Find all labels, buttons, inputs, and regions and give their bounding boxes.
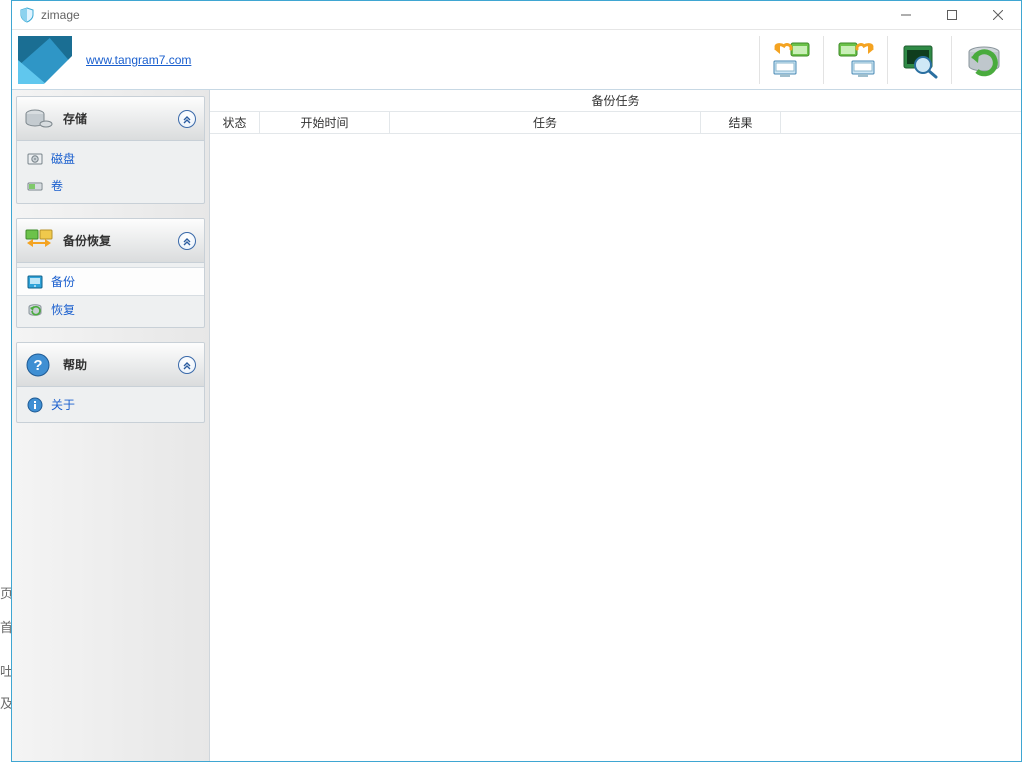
panel-storage-title: 存储 bbox=[63, 110, 168, 127]
header: www.tangram7.com bbox=[12, 30, 1021, 90]
backup-icon bbox=[27, 274, 43, 290]
toolbar-restore-button[interactable] bbox=[823, 36, 887, 84]
sidebar-item-label: 备份 bbox=[51, 273, 75, 290]
storage-icon bbox=[25, 107, 53, 131]
column-padding bbox=[781, 112, 1021, 133]
site-link[interactable]: www.tangram7.com bbox=[86, 53, 191, 67]
collapse-toggle-icon[interactable] bbox=[178, 356, 196, 374]
app-logo-icon bbox=[18, 36, 72, 84]
sidebar-item-label: 卷 bbox=[51, 177, 63, 194]
panel-storage-header[interactable]: 存储 bbox=[17, 97, 204, 141]
sidebar-item-restore[interactable]: 恢复 bbox=[17, 296, 204, 323]
column-result[interactable]: 结果 bbox=[701, 112, 781, 133]
collapse-toggle-icon[interactable] bbox=[178, 110, 196, 128]
sidebar-item-label: 关于 bbox=[51, 396, 75, 413]
panel-storage: 存储 磁盘 bbox=[16, 96, 205, 204]
close-button[interactable] bbox=[975, 1, 1021, 30]
column-status[interactable]: 状态 bbox=[210, 112, 260, 133]
backup-restore-icon bbox=[25, 229, 53, 253]
panel-help: ? 帮助 关于 bbox=[16, 342, 205, 423]
sidebar-item-about[interactable]: 关于 bbox=[17, 391, 204, 418]
help-icon: ? bbox=[25, 353, 53, 377]
app-window: zimage www.tang bbox=[11, 0, 1022, 762]
svg-text:?: ? bbox=[33, 357, 42, 374]
collapse-toggle-icon[interactable] bbox=[178, 232, 196, 250]
column-start-time[interactable]: 开始时间 bbox=[260, 112, 390, 133]
toolbar-backup-button[interactable] bbox=[759, 36, 823, 84]
panel-backup-restore: 备份恢复 备份 bbox=[16, 218, 205, 328]
sidebar-item-disk[interactable]: 磁盘 bbox=[17, 145, 204, 172]
list-title: 备份任务 bbox=[210, 90, 1021, 112]
window-title: zimage bbox=[41, 8, 80, 22]
info-icon bbox=[27, 397, 43, 413]
volume-icon bbox=[27, 178, 43, 194]
sidebar-item-label: 恢复 bbox=[51, 301, 75, 318]
app-shield-icon bbox=[19, 7, 35, 23]
task-rows[interactable] bbox=[210, 134, 1021, 761]
toolbar bbox=[759, 36, 1015, 84]
sidebar: 存储 磁盘 bbox=[12, 90, 210, 761]
panel-backup-restore-title: 备份恢复 bbox=[63, 232, 168, 249]
toolbar-refresh-button[interactable] bbox=[951, 36, 1015, 84]
column-task[interactable]: 任务 bbox=[390, 112, 701, 133]
panel-help-header[interactable]: ? 帮助 bbox=[17, 343, 204, 387]
minimize-button[interactable] bbox=[883, 1, 929, 30]
sidebar-item-volume[interactable]: 卷 bbox=[17, 172, 204, 199]
panel-backup-restore-header[interactable]: 备份恢复 bbox=[17, 219, 204, 263]
panel-help-title: 帮助 bbox=[63, 356, 168, 373]
sidebar-item-backup[interactable]: 备份 bbox=[17, 267, 204, 296]
toolbar-explore-button[interactable] bbox=[887, 36, 951, 84]
column-header-row: 状态 开始时间 任务 结果 bbox=[210, 112, 1021, 134]
sidebar-item-label: 磁盘 bbox=[51, 150, 75, 167]
titlebar[interactable]: zimage bbox=[12, 1, 1021, 30]
maximize-button[interactable] bbox=[929, 1, 975, 30]
restore-icon bbox=[27, 302, 43, 318]
main-content: 备份任务 状态 开始时间 任务 结果 bbox=[210, 90, 1021, 761]
disk-icon bbox=[27, 151, 43, 167]
